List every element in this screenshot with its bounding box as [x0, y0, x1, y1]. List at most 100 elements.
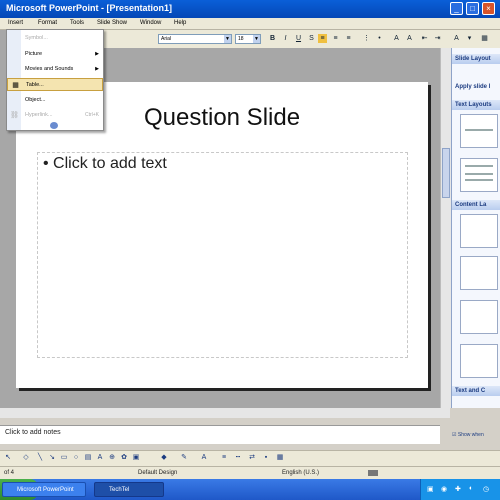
network-icon[interactable]: ▣ — [427, 485, 434, 493]
language-status: English (U.S.) — [282, 470, 320, 476]
font-name-combo[interactable]: Arial ▼ — [158, 34, 232, 44]
title-bar: Microsoft PowerPoint - [Presentation1] _… — [0, 0, 500, 18]
object-label: Object... — [25, 97, 46, 103]
font-name-value: Arial — [161, 36, 172, 42]
arrow-icon[interactable]: ↘ — [48, 454, 56, 462]
taskbar-item-powerpoint[interactable]: Microsoft PowerPoint — [2, 482, 86, 497]
update-icon[interactable]: ◐ — [469, 485, 473, 492]
body-placeholder-label: Click to add text — [53, 155, 167, 172]
italic-icon[interactable]: I — [281, 34, 290, 43]
show-when-checkbox[interactable]: ☑ Show when — [452, 432, 500, 442]
menu-item-table[interactable]: ▦ Table... — [7, 78, 103, 91]
menu-help[interactable]: Help — [174, 20, 186, 26]
notes-pane[interactable]: Click to add notes — [0, 425, 440, 444]
layout-blank[interactable] — [460, 214, 498, 248]
decrease-indent-icon[interactable]: ⇤ — [420, 34, 429, 43]
apply-layout-label: Apply slide l — [455, 84, 491, 90]
hyperlink-label: Hyperlink... — [25, 112, 53, 118]
menu-slide-show[interactable]: Slide Show — [97, 20, 127, 26]
insert-menu: Symbol... Picture ▶ Movies and Sounds ▶ … — [6, 29, 104, 131]
arrow-style-icon[interactable]: ⇄ — [248, 454, 256, 462]
layout-four-content[interactable] — [460, 344, 498, 378]
clipart-icon[interactable]: ✿ — [120, 454, 128, 462]
section-content-layouts[interactable]: Content La — [452, 200, 500, 210]
taskbar-item-techtel[interactable]: TechTel — [94, 482, 164, 497]
font-color-icon[interactable]: A — [200, 454, 208, 462]
autoshapes-icon[interactable]: ◇ — [22, 454, 30, 462]
font-size-value: 18 — [238, 36, 244, 42]
menu-insert[interactable]: Insert — [8, 20, 23, 26]
3d-style-icon[interactable]: ▦ — [276, 454, 284, 462]
security-icon[interactable]: ✚ — [455, 485, 461, 493]
chevron-down-icon[interactable]: ▼ — [253, 35, 260, 43]
layout-two-content[interactable] — [460, 300, 498, 334]
taskbar-label-powerpoint: Microsoft PowerPoint — [17, 487, 74, 493]
maximize-button[interactable]: □ — [466, 2, 479, 15]
shadow-style-icon[interactable]: ▪ — [262, 454, 270, 462]
section-text-and-content[interactable]: Text and C — [452, 386, 500, 396]
picture-icon[interactable]: ▣ — [132, 454, 140, 462]
table-icon: ▦ — [12, 82, 19, 89]
content-placeholder[interactable]: • Click to add text — [37, 152, 408, 358]
font-color-icon[interactable]: A — [452, 34, 461, 43]
line-color-icon[interactable]: ✎ — [180, 454, 188, 462]
menu-expand-icon[interactable] — [50, 122, 58, 129]
symbol-label: Symbol... — [25, 35, 48, 41]
font-size-combo[interactable]: 18 ▼ — [235, 34, 261, 44]
menu-format[interactable]: Format — [38, 20, 57, 26]
arrow-cursor-icon[interactable]: ↖ — [4, 454, 12, 462]
table-label: Table... — [26, 82, 44, 88]
shadow-icon[interactable]: S — [307, 34, 316, 43]
window-title: Microsoft PowerPoint - [Presentation1] — [6, 3, 173, 13]
increase-font-icon[interactable]: A — [392, 34, 401, 43]
chevron-down-icon[interactable]: ▼ — [224, 35, 231, 43]
picture-label: Picture — [25, 51, 43, 57]
numbering-icon[interactable]: ⋮ — [362, 34, 371, 43]
design-icon[interactable]: ▦ — [480, 34, 489, 43]
close-button[interactable]: × — [482, 2, 495, 15]
section-text-layouts[interactable]: Text Layouts — [452, 100, 500, 110]
layout-title-only[interactable] — [460, 114, 498, 148]
hyperlink-icon: ⛓ — [10, 112, 19, 119]
dash-style-icon[interactable]: ┅ — [234, 454, 242, 462]
align-left-icon[interactable]: ≡ — [318, 34, 327, 43]
hyperlink-shortcut: Ctrl+K — [84, 112, 99, 118]
menu-item-object[interactable]: Object... — [7, 94, 103, 107]
chevron-down-icon[interactable]: ▾ — [465, 34, 474, 43]
textbox-icon[interactable]: ▤ — [84, 454, 92, 462]
vertical-scrollbar[interactable] — [440, 48, 451, 408]
menu-window[interactable]: Window — [140, 20, 161, 26]
bold-icon[interactable]: B — [268, 34, 277, 43]
scrollbar-thumb[interactable] — [442, 148, 450, 198]
drawing-toolbar: ↖ ◇ ╲ ↘ ▭ ○ ▤ A ⊕ ✿ ▣ ◆ ✎ A ≡ ┅ ⇄ ▪ ▦ — [0, 450, 500, 466]
diagram-icon[interactable]: ⊕ — [108, 454, 116, 462]
volume-icon[interactable]: ◉ — [441, 485, 447, 493]
horizontal-scrollbar[interactable] — [0, 408, 450, 418]
minimize-button[interactable]: _ — [450, 2, 463, 15]
menu-item-symbol[interactable]: Symbol... — [7, 32, 103, 45]
submenu-arrow-icon: ▶ — [95, 66, 99, 72]
align-center-icon[interactable]: ≡ — [331, 34, 340, 43]
layout-content[interactable] — [460, 256, 498, 290]
menu-item-hyperlink[interactable]: ⛓ Hyperlink... Ctrl+K — [7, 109, 103, 122]
clock-icon[interactable]: ◷ — [483, 485, 489, 493]
layout-title-text[interactable] — [460, 158, 498, 192]
fill-color-icon[interactable]: ◆ — [160, 454, 168, 462]
menu-item-picture[interactable]: Picture ▶ — [7, 48, 103, 61]
menu-tools[interactable]: Tools — [70, 20, 84, 26]
task-pane: Slide Layout Apply slide l Text Layouts … — [451, 48, 500, 408]
decrease-font-icon[interactable]: A — [405, 34, 414, 43]
wordart-icon[interactable]: A — [96, 454, 104, 462]
align-right-icon[interactable]: ≡ — [344, 34, 353, 43]
underline-icon[interactable]: U — [294, 34, 303, 43]
slide-count: of 4 — [4, 470, 15, 476]
rectangle-icon[interactable]: ▭ — [60, 454, 68, 462]
bullets-icon[interactable]: • — [375, 34, 384, 43]
spelling-icon — [368, 470, 378, 476]
menu-item-movies-and-sounds[interactable]: Movies and Sounds ▶ — [7, 63, 103, 76]
line-style-icon[interactable]: ≡ — [220, 454, 228, 462]
oval-icon[interactable]: ○ — [72, 454, 80, 462]
increase-indent-icon[interactable]: ⇥ — [433, 34, 442, 43]
notes-placeholder: Click to add notes — [5, 429, 61, 436]
line-icon[interactable]: ╲ — [36, 454, 44, 462]
